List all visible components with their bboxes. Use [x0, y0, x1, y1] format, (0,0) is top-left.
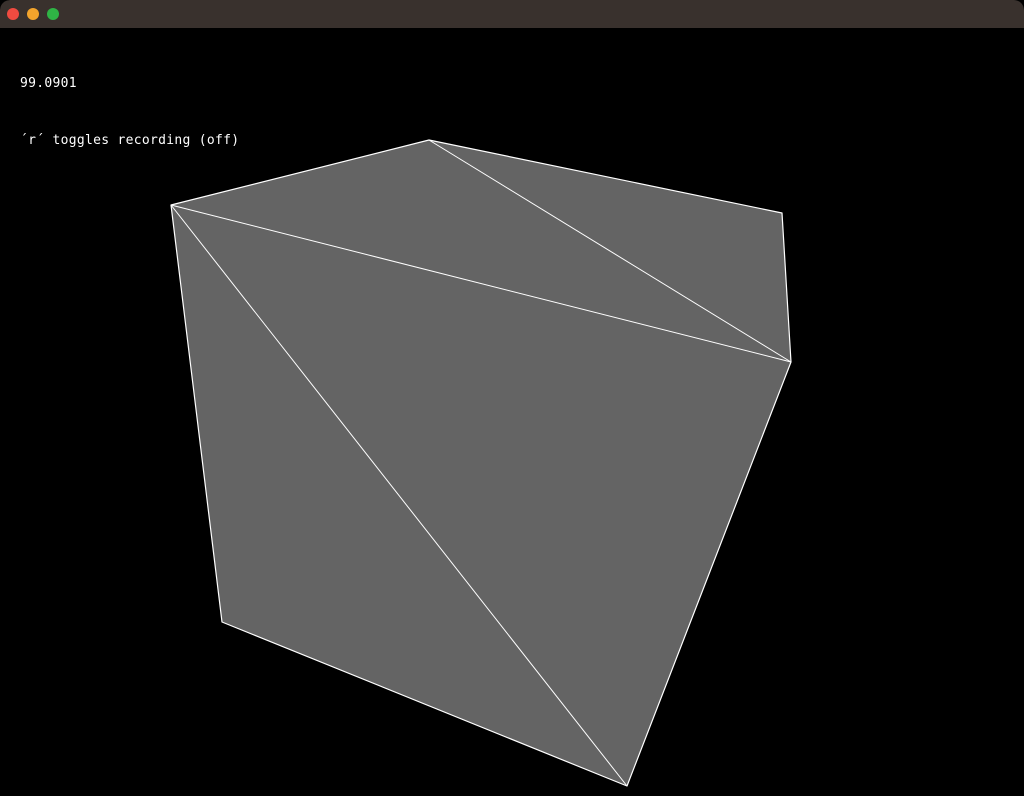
sketch-canvas[interactable]: 99.0901 ´r´ toggles recording (off)	[0, 28, 1024, 796]
traffic-lights	[7, 8, 59, 20]
fps-readout: 99.0901	[20, 74, 239, 93]
hud-overlay: 99.0901 ´r´ toggles recording (off)	[20, 36, 239, 188]
window-titlebar[interactable]	[0, 0, 1024, 28]
recording-hint: ´r´ toggles recording (off)	[20, 131, 239, 150]
minimize-button[interactable]	[27, 8, 39, 20]
zoom-button[interactable]	[47, 8, 59, 20]
close-button[interactable]	[7, 8, 19, 20]
app-window: 99.0901 ´r´ toggles recording (off)	[0, 0, 1024, 796]
